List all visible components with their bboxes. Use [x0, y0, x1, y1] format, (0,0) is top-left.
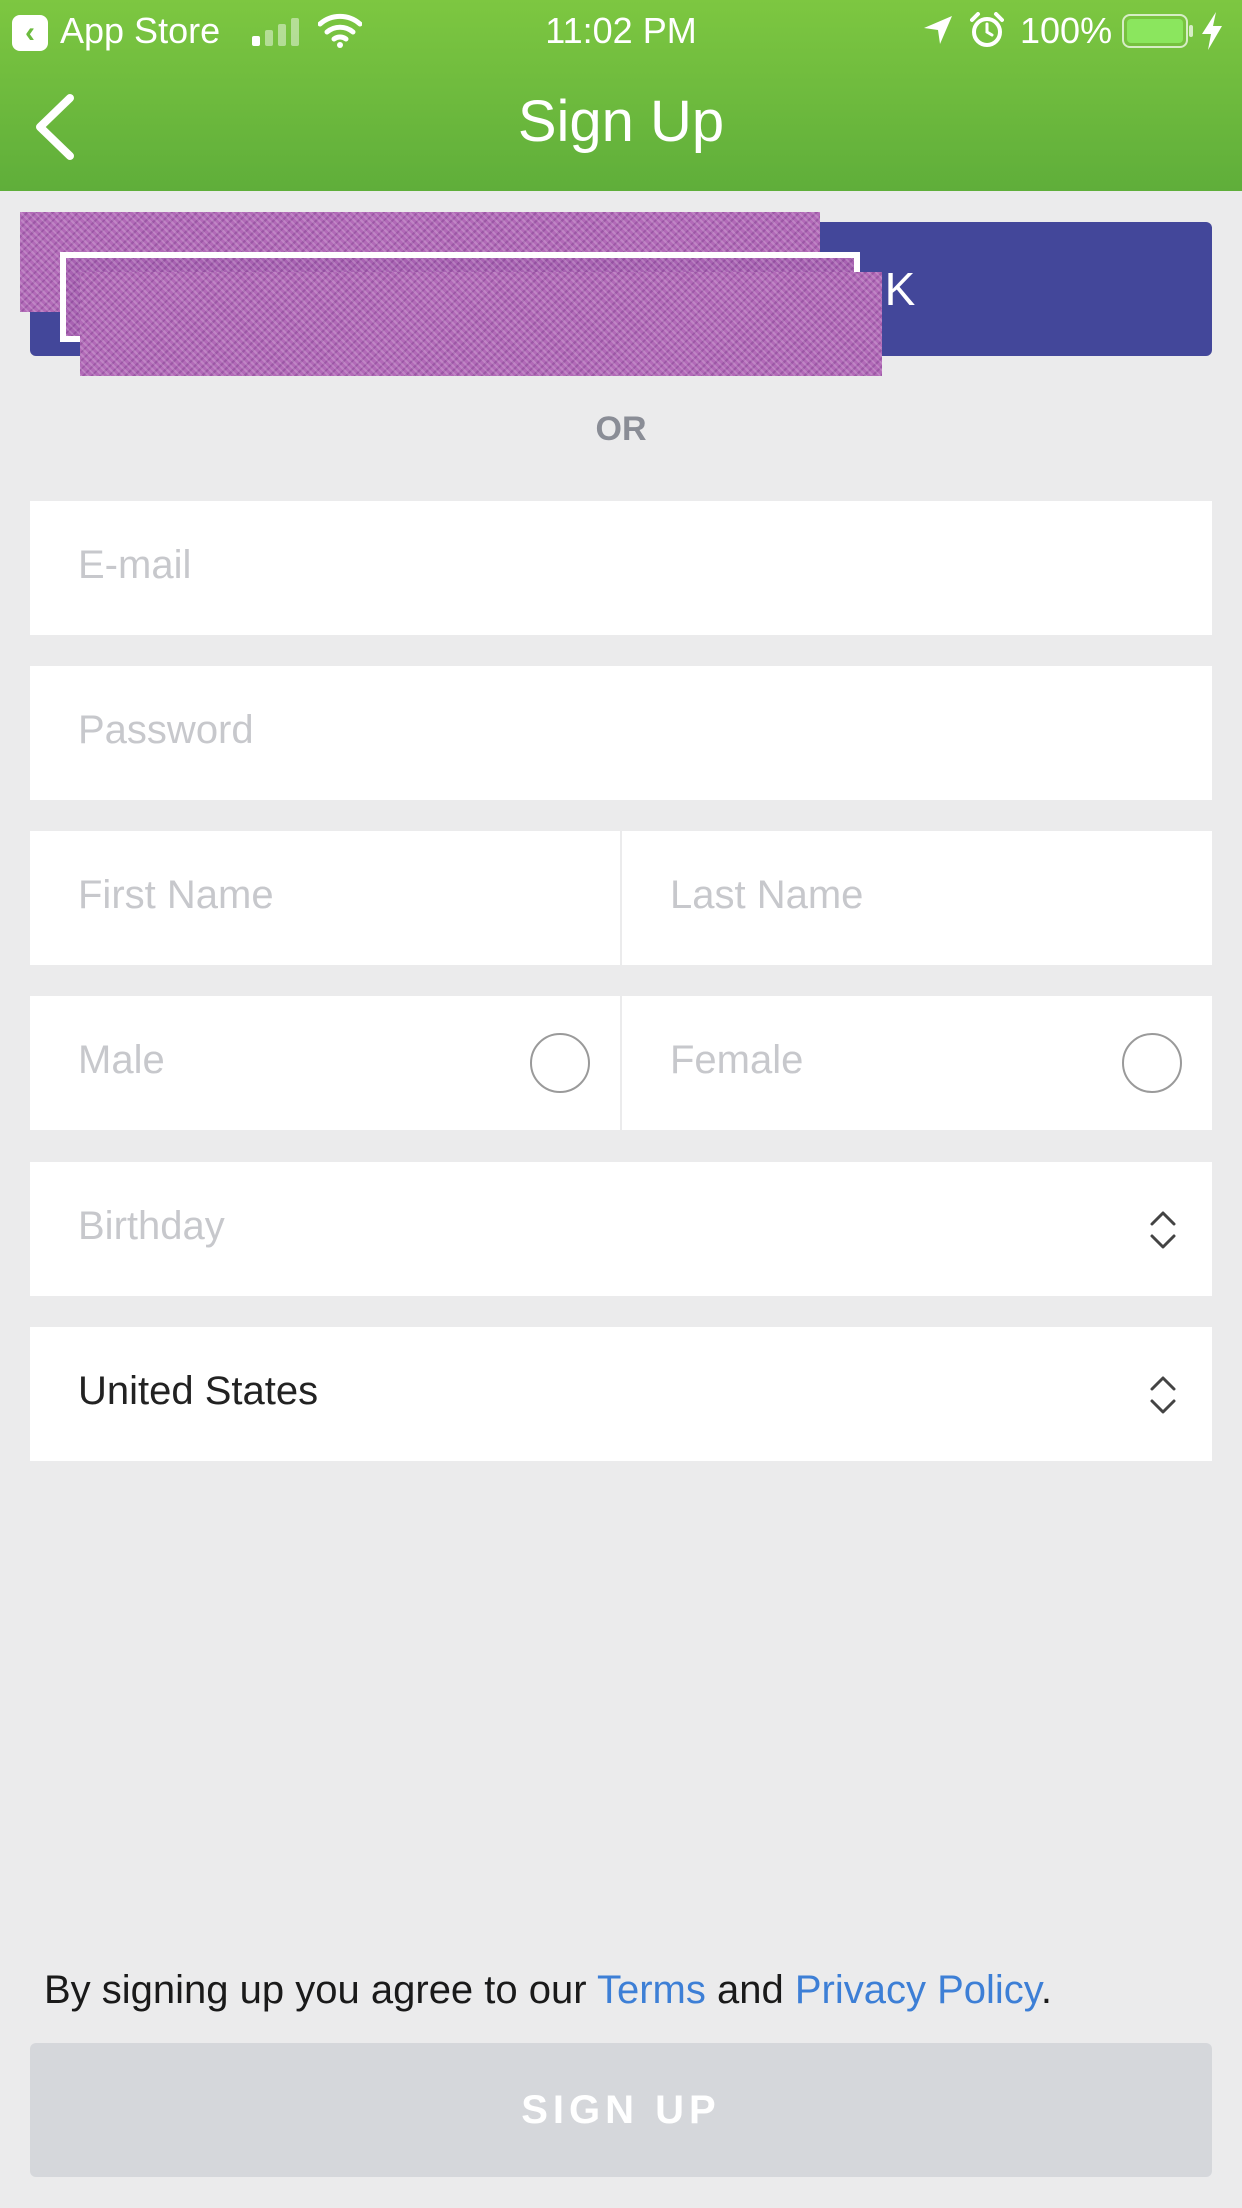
terms-and: and: [705, 1968, 795, 2012]
email-field[interactable]: E-mail: [30, 501, 1212, 635]
gender-female-option[interactable]: Female: [622, 996, 1212, 1130]
terms-prefix: By signing up you agree to our: [44, 1968, 597, 2012]
location-arrow-icon: [924, 16, 952, 44]
terms-suffix: .: [1040, 1968, 1052, 2012]
up-down-chevron-icon: [1150, 1211, 1176, 1249]
terms-notice: By signing up you agree to our Terms and…: [44, 1968, 1052, 2013]
privacy-policy-link[interactable]: Privacy Policy: [795, 1968, 1041, 2012]
alarm-icon: [970, 12, 1004, 47]
gender-male-option[interactable]: Male: [30, 996, 620, 1130]
up-down-chevron-icon: [1150, 1376, 1176, 1414]
birthday-picker[interactable]: Birthday: [30, 1162, 1212, 1296]
password-placeholder: Password: [78, 708, 254, 752]
header: ‹ App Store 11:02 PM 100% Sign Up: [0, 0, 1242, 191]
password-field[interactable]: Password: [30, 666, 1212, 800]
last-name-placeholder: Last Name: [670, 873, 864, 917]
terms-link[interactable]: Terms: [597, 1968, 706, 2012]
page-title: Sign Up: [517, 89, 725, 154]
sign-up-button[interactable]: SIGN UP: [30, 2043, 1212, 2177]
first-name-field[interactable]: First Name: [30, 831, 620, 965]
country-picker[interactable]: United States: [30, 1327, 1212, 1461]
female-radio[interactable]: [1122, 1033, 1182, 1093]
first-name-placeholder: First Name: [78, 873, 274, 917]
battery-percent: 100%: [1020, 10, 1113, 51]
status-bar: ‹ App Store 11:02 PM 100%: [0, 0, 1242, 62]
last-name-field[interactable]: Last Name: [622, 831, 1212, 965]
battery-icon: [1122, 14, 1193, 48]
birthday-placeholder: Birthday: [78, 1204, 225, 1248]
male-radio[interactable]: [530, 1033, 590, 1093]
charging-bolt-icon: [1202, 12, 1222, 50]
email-placeholder: E-mail: [78, 543, 192, 587]
gender-male-label: Male: [78, 1038, 165, 1082]
gender-female-label: Female: [670, 1038, 804, 1082]
redacted-region: [80, 272, 882, 376]
country-value: United States: [78, 1369, 319, 1413]
or-divider: OR: [595, 410, 647, 448]
